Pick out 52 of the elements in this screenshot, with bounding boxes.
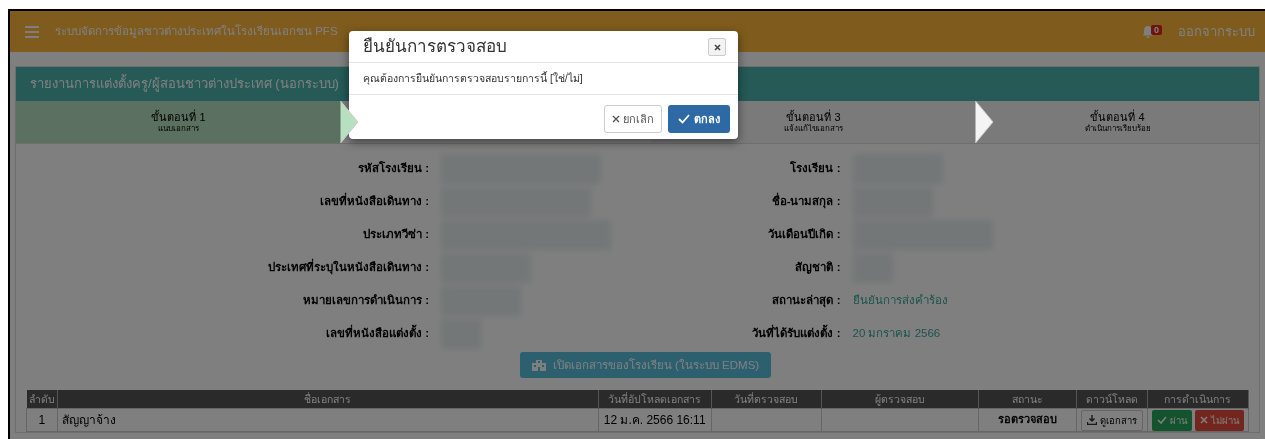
menu-icon[interactable] [25, 25, 39, 38]
check-icon [1156, 416, 1167, 424]
field-label: ประเทศที่ระบุในหนังสือเดินทาง : [266, 260, 429, 275]
app-title: ระบบจัดการข้อมูลชาวต่างประเทศในโรงเรียนเอกชน PFS [55, 24, 338, 39]
step-title: ขั้นตอนที่ 4 [1090, 110, 1145, 124]
step-title: ขั้นตอนที่ 1 [151, 110, 206, 124]
step[interactable]: ขั้นตอนที่ 4 ดำเนินการเรียบร้อย [976, 101, 1259, 143]
field-value: ยืนยันการส่งคำร้อง [852, 293, 948, 308]
field-label: หมายเลขการดำเนินการ : [301, 293, 429, 308]
reject-button[interactable]: ไม่ผ่าน [1195, 409, 1244, 431]
field-label: เลขที่หนังสือเดินทาง : [318, 194, 429, 209]
field-label: ประเภทวีซ่า : [361, 227, 429, 242]
cross-icon [1200, 416, 1208, 424]
chevron-divider [340, 101, 359, 143]
column-header: วันที่อัปโหลดเอกสาร [598, 390, 712, 409]
field-label: สถานะล่าสุด : [771, 293, 841, 308]
field-label: เลขที่หนังสือแต่งตั้ง : [324, 326, 429, 341]
column-header: วันที่ตรวจสอบ [711, 390, 822, 409]
download-icon [1086, 415, 1097, 425]
field-label: ชื่อ-นามสกุล : [770, 194, 841, 209]
table-cell: สัญญาจ้าง [57, 408, 599, 432]
column-header: ผู้ตรวจสอบ [821, 390, 979, 409]
step-subtitle: แจ้งแก้ไขเอกสาร [784, 123, 843, 134]
cross-icon [612, 115, 620, 123]
column-header: สถานะ [978, 390, 1077, 409]
building-icon [531, 359, 546, 371]
field-label: วันเดือนปีเกิด : [767, 227, 841, 242]
column-header: การดำเนินการ [1147, 390, 1249, 409]
table-cell: 1 [26, 408, 57, 432]
dialog-title: ยืนยันการตรวจสอบ [363, 37, 507, 58]
view-document-button[interactable]: ดูเอกสาร [1080, 409, 1143, 431]
field-label: สัญชาติ : [794, 260, 841, 275]
dialog-message: คุณต้องการยืนยันการตรวจสอบรายการนี้ [ใช่/ไม่] [363, 72, 583, 85]
column-header: ชื่อเอกสาร [57, 390, 599, 409]
close-icon [713, 43, 721, 51]
notification-badge: 0 [1151, 24, 1162, 36]
cancel-button[interactable]: ยกเลิก [604, 105, 662, 133]
confirm-button[interactable]: ตกลง [668, 105, 730, 133]
step-subtitle: แนบเอกสาร [158, 123, 199, 134]
check-icon [678, 114, 690, 124]
bell-icon[interactable] [1142, 24, 1154, 39]
field-label: รหัสโรงเรียน : [356, 161, 429, 176]
column-header: ดาวน์โหลด [1076, 390, 1148, 409]
column-header: ลำดับ [26, 390, 57, 409]
field-label: วันที่ได้รับแต่งตั้ง : [751, 326, 841, 341]
field-value: 20 มกราคม 2566 [852, 326, 941, 341]
table-cell: รอตรวจสอบ [978, 408, 1077, 432]
table-cell: 12 ม.ค. 2566 16:11 [598, 408, 712, 432]
field-label: โรงเรียน : [789, 161, 841, 176]
close-button[interactable] [708, 38, 726, 57]
step-subtitle: ดำเนินการเรียบร้อย [1084, 123, 1151, 134]
step-title: ขั้นตอนที่ 3 [786, 110, 841, 124]
